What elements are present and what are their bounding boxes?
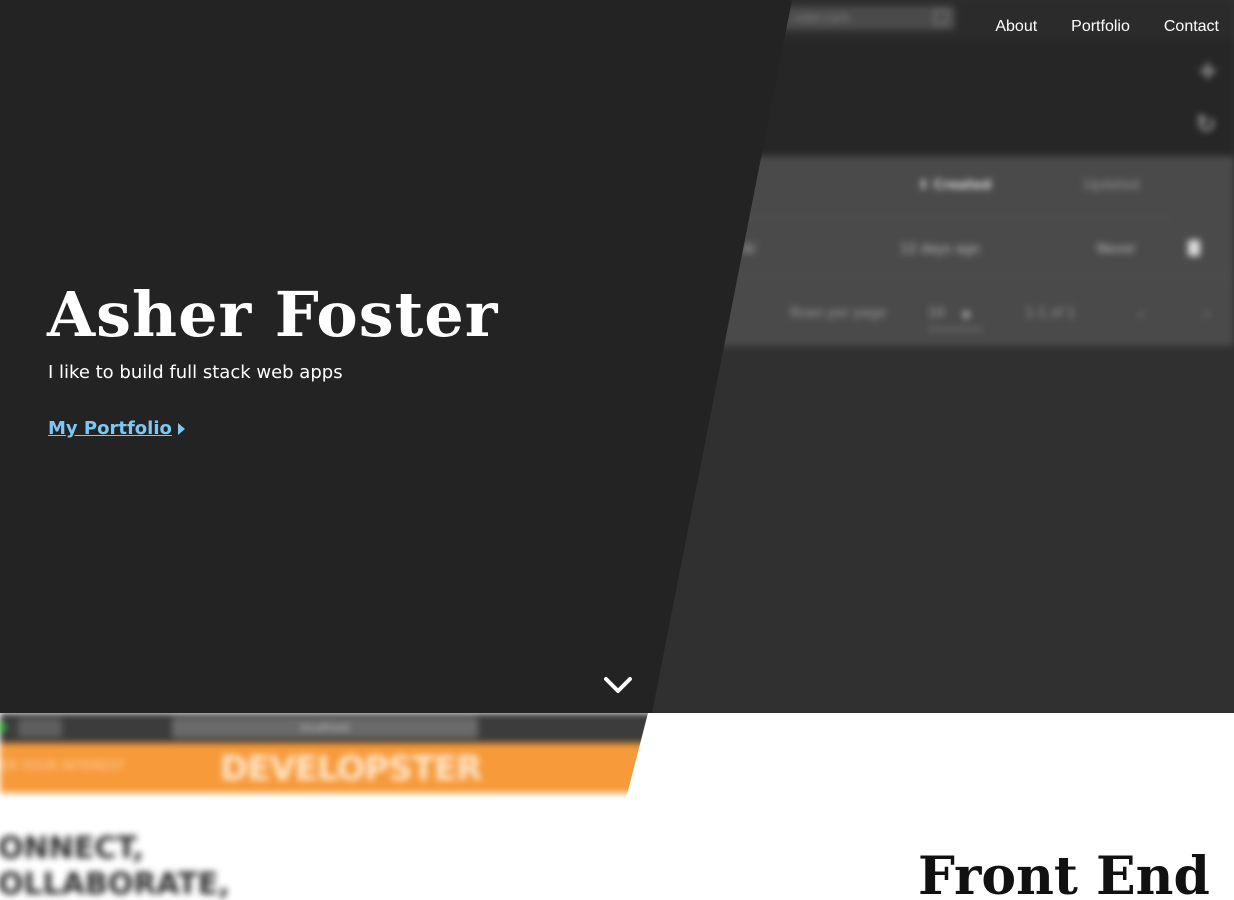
project-search-placeholder: ER YOUR INTEREST xyxy=(0,759,125,774)
my-portfolio-link-label: My Portfolio xyxy=(48,418,172,439)
my-portfolio-link[interactable]: My Portfolio xyxy=(48,418,185,439)
nav-link-portfolio[interactable]: Portfolio xyxy=(1071,18,1130,36)
preview-cell-updated: Never xyxy=(1097,242,1136,257)
preview-url-field: …nder.com xyxy=(770,6,955,30)
section-title: Front End xyxy=(918,846,1210,900)
browser-nav-buttons xyxy=(18,718,62,737)
preview-range-text: 1-1 of 1 xyxy=(1025,306,1076,321)
project-headline: ONNECT, OLLABORATE, xyxy=(0,831,230,900)
preview-trash-icon xyxy=(1188,240,1200,256)
project-url-field: localhost xyxy=(172,717,478,738)
preview-chevron-right-icon: › xyxy=(1204,304,1211,323)
preview-select-underline xyxy=(928,328,982,330)
nav-link-contact[interactable]: Contact xyxy=(1164,18,1219,36)
caret-right-icon xyxy=(177,422,185,435)
preview-col-updated: Updated xyxy=(1084,178,1140,193)
front-end-section: localhost ER YOUR INTEREST DEVELOPSTER O… xyxy=(0,713,1234,900)
preview-plus-icon: + xyxy=(1197,56,1219,86)
preview-rows-per-page-label: Rows per page xyxy=(790,306,887,321)
hero-subtitle: I like to build full stack web apps xyxy=(48,362,343,383)
main-nav: About Portfolio Contact xyxy=(995,18,1219,36)
project-header: ER YOUR INTEREST DEVELOPSTER xyxy=(0,743,648,793)
project-browser-bar: localhost xyxy=(0,713,648,743)
preview-cell-created: 12 days ago xyxy=(900,242,980,257)
preview-caret-down-icon: ▼ xyxy=(962,309,971,322)
project-logo: DEVELOPSTER xyxy=(220,749,482,789)
hero-title: Asher Foster xyxy=(47,278,499,351)
preview-rows-per-page-value: 10 xyxy=(928,306,945,321)
preview-chevron-left-icon: ‹ xyxy=(1138,304,1145,323)
window-dot-icon xyxy=(0,722,6,732)
nav-link-about[interactable]: About xyxy=(995,18,1037,36)
preview-share-icon xyxy=(934,9,948,25)
project-headline-line: OLLABORATE, xyxy=(0,867,230,900)
chevron-down-icon[interactable] xyxy=(602,672,634,698)
project-headline-line: ONNECT, xyxy=(0,831,144,866)
preview-col-created: ⬆ Created xyxy=(918,178,992,193)
preview-refresh-icon: ↻ xyxy=(1196,110,1217,138)
